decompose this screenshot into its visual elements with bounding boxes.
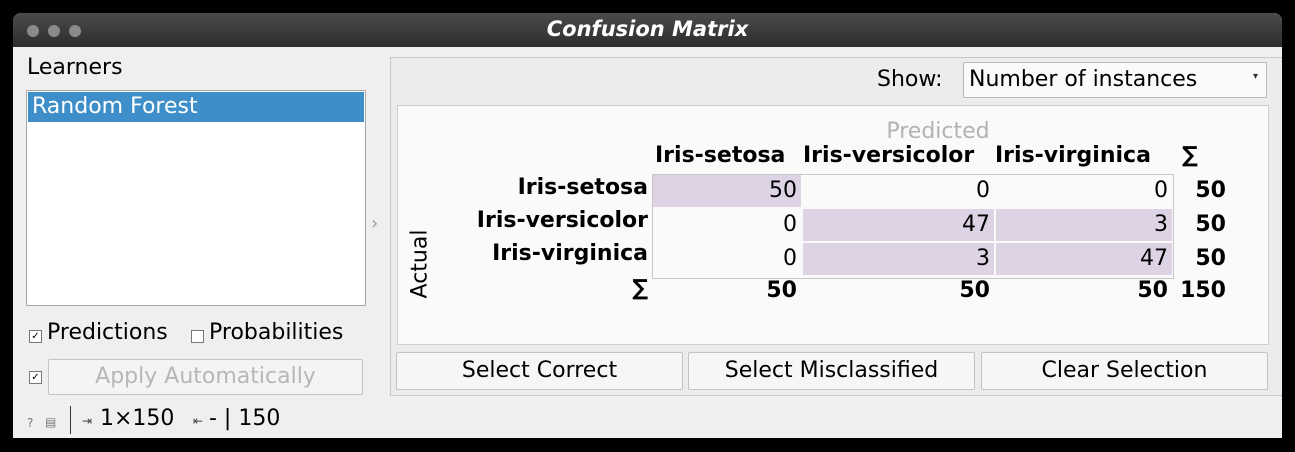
actual-axis-label: Actual [407,229,433,299]
input-summary: 1×150 [100,406,175,431]
probabilities-label: Probabilities [209,320,344,345]
help-icon[interactable]: ? [27,416,33,430]
predictions-checkbox[interactable]: ✓ [29,330,42,343]
chevron-down-icon: ▾ [1252,71,1258,82]
cell-virginica-versicolor[interactable]: 3 [803,243,994,275]
confusion-matrix-window: Confusion Matrix Learners Random Forest … [13,13,1282,438]
row-header-iris-versicolor: Iris-versicolor [476,208,648,233]
cell-setosa-virginica[interactable]: 0 [996,175,1172,207]
show-dropdown-value: Number of instances [969,67,1198,92]
probabilities-checkbox[interactable] [191,330,204,343]
column-header-iris-virginica: Iris-virginica [995,143,1151,168]
predictions-label: Predictions [47,320,168,345]
row-header-iris-virginica: Iris-virginica [492,241,648,266]
cell-versicolor-virginica[interactable]: 3 [996,209,1172,241]
output-icon: ⇤ [193,414,204,428]
show-dropdown[interactable]: Number of instances ▾ [963,62,1267,98]
row-header-iris-setosa: Iris-setosa [517,175,648,200]
cell-versicolor-versicolor[interactable]: 47 [803,209,994,241]
cell-setosa-versicolor[interactable]: 0 [803,175,994,207]
cell-setosa-setosa[interactable]: 50 [653,175,801,207]
total-sum: 150 [1180,278,1226,303]
predicted-axis-label: Predicted [886,119,990,144]
column-sum-iris-setosa: 50 [766,278,797,303]
column-sum-header: ∑ [1182,143,1198,168]
cell-virginica-setosa[interactable]: 0 [653,243,801,275]
cell-versicolor-setosa[interactable]: 0 [653,209,801,241]
learner-item-random-forest[interactable]: Random Forest [28,92,364,122]
learners-list[interactable]: Random Forest [26,90,366,306]
input-icon: ⇥ [82,414,93,428]
column-header-iris-versicolor: Iris-versicolor [803,143,975,168]
learners-label: Learners [27,55,123,80]
splitter-chevron-right-icon[interactable]: › [371,213,378,234]
window-title: Confusion Matrix [546,17,749,41]
select-correct-button[interactable]: Select Correct [396,352,683,390]
show-label: Show: [877,67,943,92]
apply-automatically-checkbox[interactable]: ✓ [29,371,42,384]
row-sum-header: ∑ [632,276,648,301]
status-separator [70,406,71,434]
column-sum-iris-virginica: 50 [1137,278,1168,303]
clear-selection-button[interactable]: Clear Selection [981,352,1268,390]
report-icon[interactable]: ▤ [45,415,56,429]
select-misclassified-button[interactable]: Select Misclassified [688,352,975,390]
cell-virginica-virginica[interactable]: 47 [996,243,1172,275]
output-summary: - | 150 [209,406,281,431]
row-sum-iris-setosa: 50 [1195,178,1226,203]
confusion-matrix-table: Predicted Actual Iris-setosa Iris-versic… [397,105,1269,345]
column-sum-iris-versicolor: 50 [959,278,990,303]
title-bar: Confusion Matrix [13,13,1282,47]
row-sum-iris-versicolor: 50 [1195,212,1226,237]
column-header-iris-setosa: Iris-setosa [655,143,786,168]
apply-automatically-button[interactable]: Apply Automatically [48,359,363,395]
row-sum-iris-virginica: 50 [1195,246,1226,271]
